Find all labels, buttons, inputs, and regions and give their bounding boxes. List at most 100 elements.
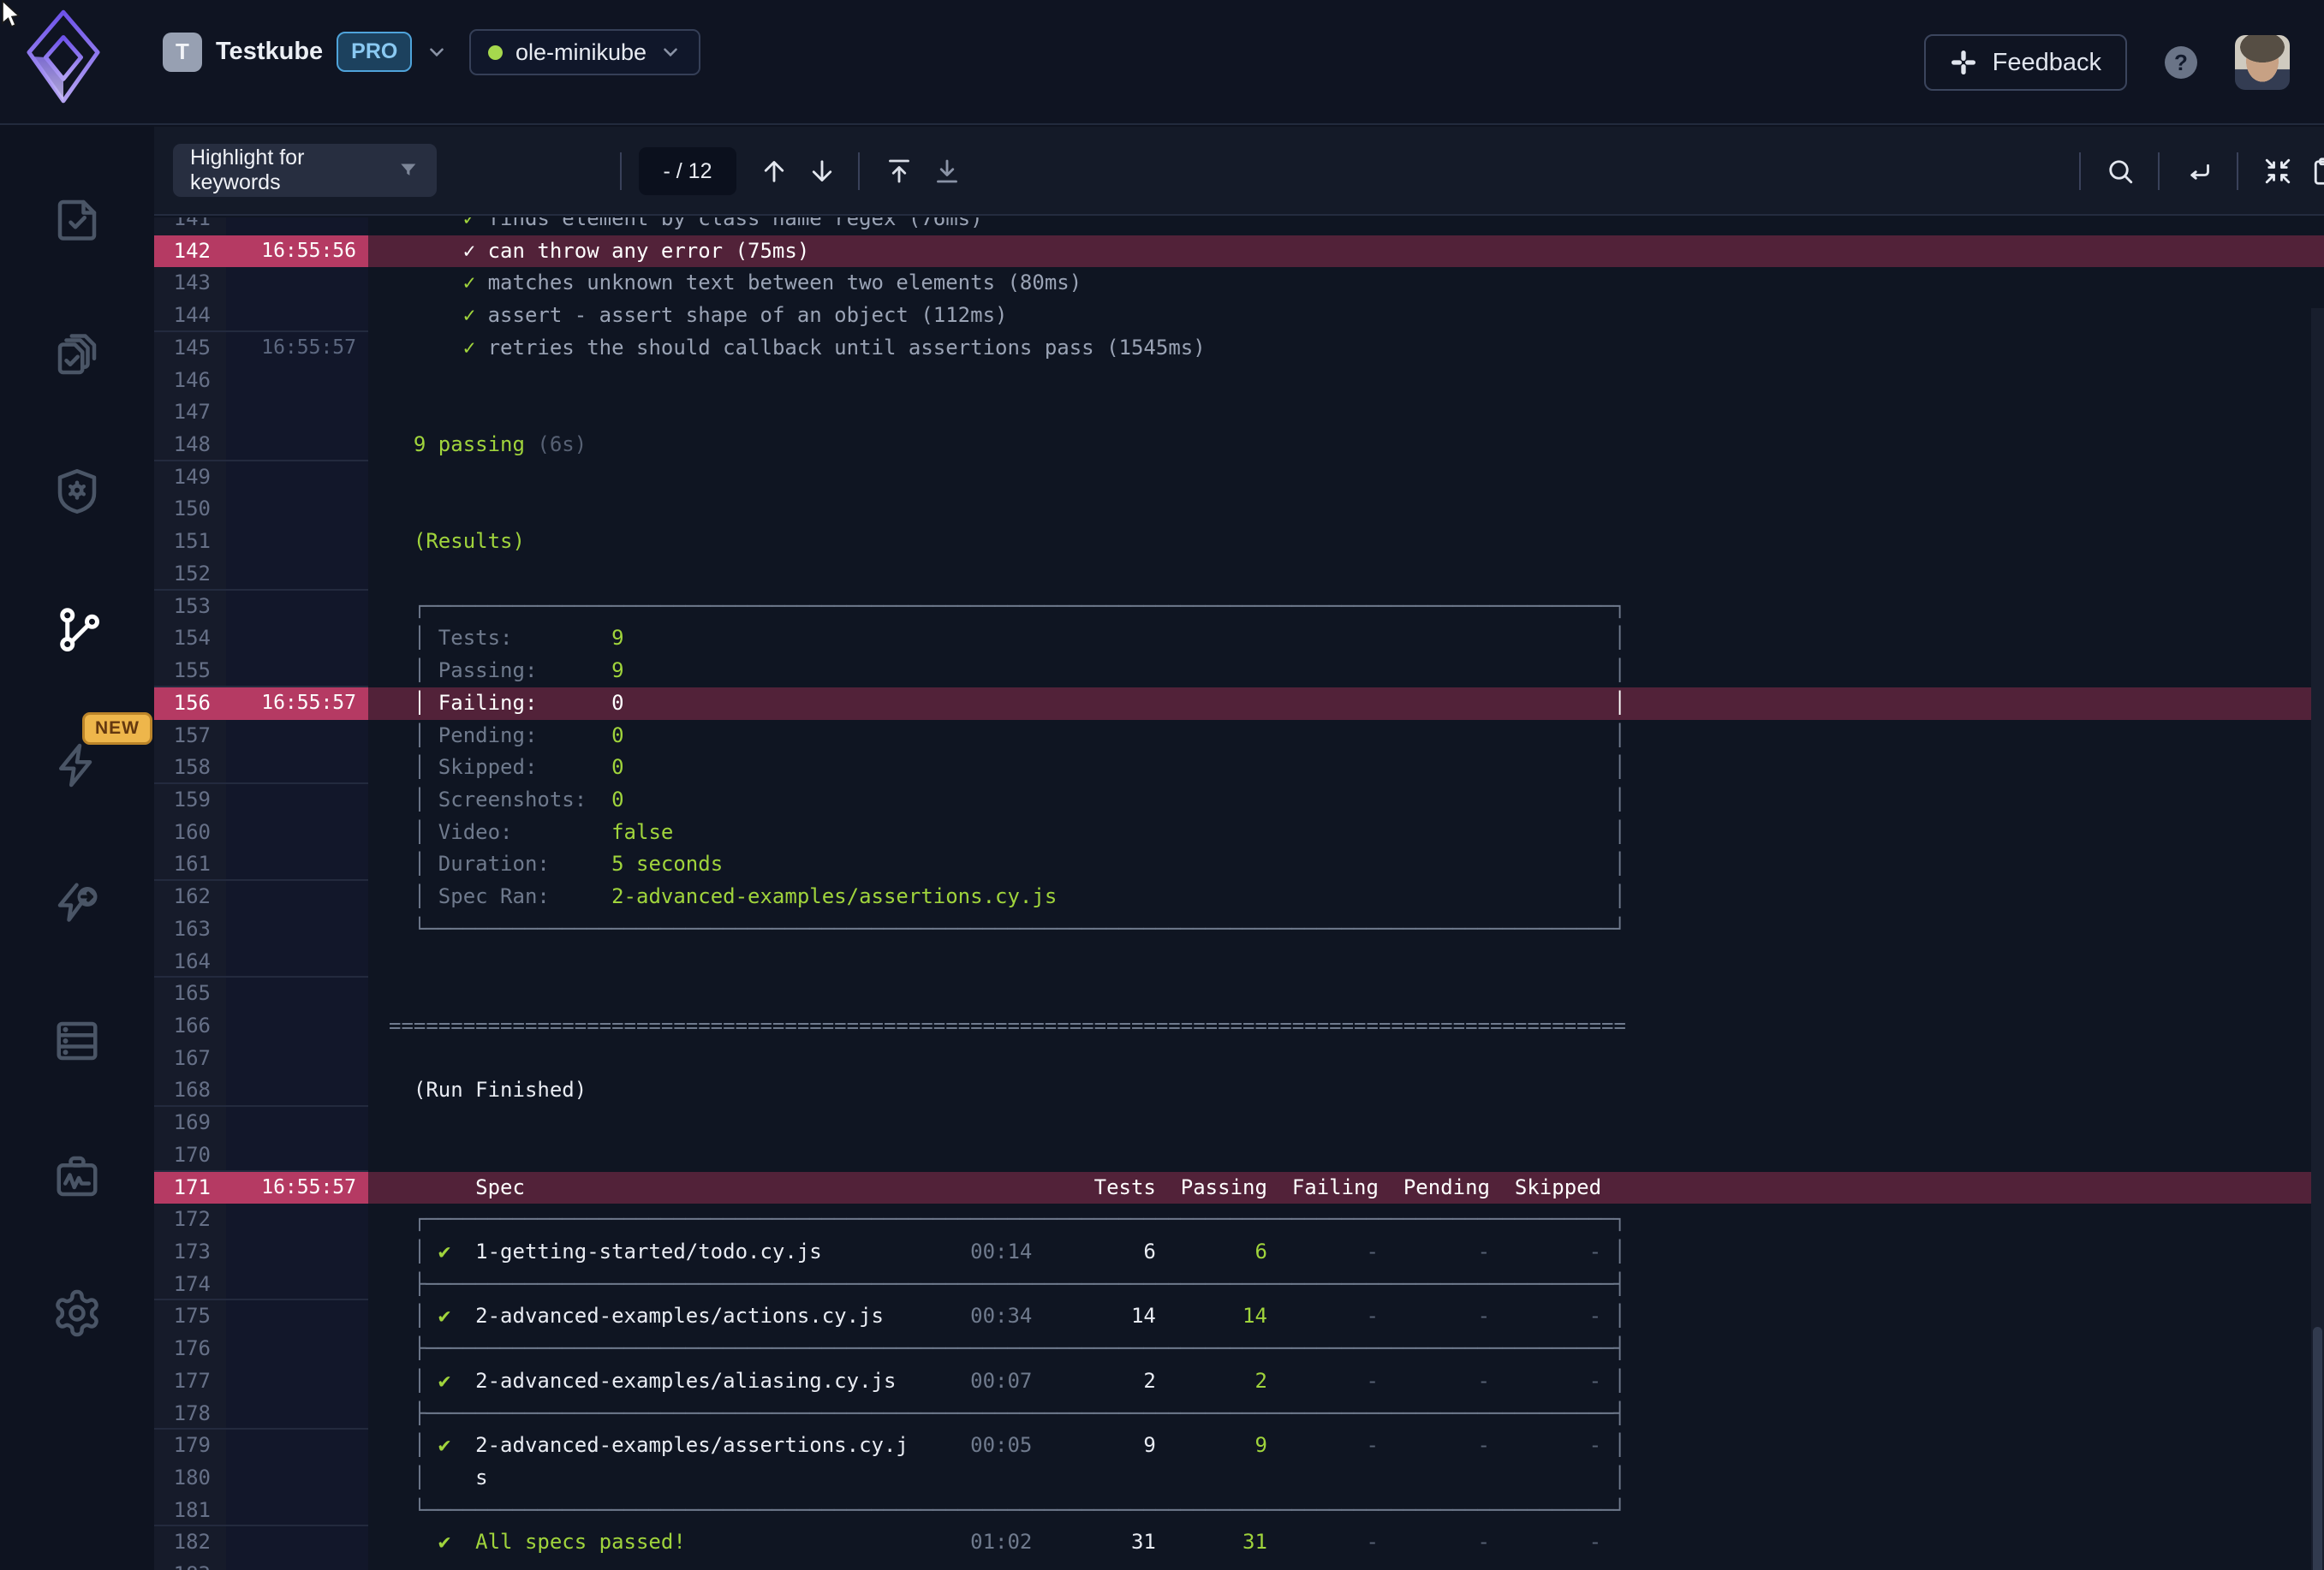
copy-log-button[interactable] <box>2309 156 2324 187</box>
log-line[interactable]: 148 9 passing (6s) <box>154 429 2324 461</box>
line-timestamp <box>226 1010 368 1043</box>
feedback-button[interactable]: Feedback <box>1924 34 2127 91</box>
sidebar-item-tests[interactable] <box>26 180 128 259</box>
log-line[interactable]: 173 │ ✔ 1-getting-started/todo.cy.js 00:… <box>154 1236 2324 1269</box>
log-line[interactable]: 159 │ Screenshots: 0 │ <box>154 784 2324 817</box>
sidebar-item-executors[interactable] <box>26 452 128 531</box>
log-line[interactable]: 155 │ Passing: 9 │ <box>154 655 2324 687</box>
line-content: (Run Finished) <box>368 1074 2324 1107</box>
log-line[interactable]: 153 ┌───────────────────────────────────… <box>154 591 2324 623</box>
line-timestamp <box>226 526 368 558</box>
log-line[interactable]: 179 │ ✔ 2-advanced-examples/assertions.c… <box>154 1430 2324 1462</box>
log-line[interactable]: 164 <box>154 946 2324 978</box>
scroll-to-bottom-button[interactable] <box>932 156 962 187</box>
toolbar-divider <box>620 152 622 190</box>
search-button[interactable] <box>2105 156 2136 187</box>
log-line[interactable]: 165 <box>154 978 2324 1010</box>
log-line[interactable]: 141 ✓ finds element by class name regex … <box>154 217 2324 235</box>
wrap-lines-button[interactable] <box>2184 156 2214 187</box>
log-line[interactable]: 157 │ Pending: 0 │ <box>154 720 2324 752</box>
line-timestamp <box>226 558 368 591</box>
line-timestamp <box>226 493 368 526</box>
log-line[interactable]: 160 │ Video: false │ <box>154 817 2324 849</box>
log-line[interactable]: 170 <box>154 1139 2324 1172</box>
help-button[interactable]: ? <box>2165 46 2197 79</box>
log-panel: Highlight for keywords - / 12 <box>154 127 2324 1570</box>
log-line[interactable]: 154 │ Tests: 9 │ <box>154 622 2324 655</box>
log-line[interactable]: 15616:55:57 │ Failing: 0 │ <box>154 687 2324 720</box>
log-line[interactable]: 162 │ Spec Ran: 2-advanced-examples/asse… <box>154 881 2324 913</box>
log-line[interactable]: 152 <box>154 558 2324 591</box>
line-timestamp <box>226 913 368 946</box>
line-content: │ ✔ 2-advanced-examples/actions.cy.js 00… <box>368 1300 2324 1333</box>
log-scrollbar-track[interactable] <box>2311 308 2324 1570</box>
line-number: 154 <box>154 622 226 655</box>
line-number: 145 <box>154 332 226 365</box>
lightning-icon <box>51 740 103 791</box>
testkube-logo-icon[interactable] <box>26 9 101 104</box>
log-line[interactable]: 175 │ ✔ 2-advanced-examples/actions.cy.j… <box>154 1300 2324 1333</box>
log-line[interactable]: 143 ✓ matches unknown text between two e… <box>154 267 2324 300</box>
log-line[interactable]: 168 (Run Finished) <box>154 1074 2324 1107</box>
line-content: ├───────────────────────────────────────… <box>368 1333 2324 1365</box>
line-timestamp: 16:55:57 <box>226 332 368 365</box>
sidebar-item-sources[interactable] <box>26 1002 128 1080</box>
line-content <box>368 978 2324 1010</box>
org-switcher[interactable]: T Testkube PRO <box>163 32 448 72</box>
log-line[interactable]: 182 ✔ All specs passed! 01:02 31 31 - - … <box>154 1526 2324 1559</box>
log-line[interactable]: 176 ├───────────────────────────────────… <box>154 1333 2324 1365</box>
log-line[interactable]: 14216:55:56 ✓ can throw any error (75ms) <box>154 235 2324 268</box>
user-avatar[interactable] <box>2235 35 2290 90</box>
log-line[interactable]: 14516:55:57 ✓ retries the should callbac… <box>154 332 2324 365</box>
sidebar-item-webhooks[interactable] <box>26 864 128 943</box>
log-line[interactable]: 144 ✓ assert - assert shape of an object… <box>154 300 2324 332</box>
wrap-text-icon <box>2184 156 2214 187</box>
log-line[interactable]: 181 └───────────────────────────────────… <box>154 1495 2324 1527</box>
log-line[interactable]: 180 │ s │ <box>154 1462 2324 1495</box>
log-line[interactable]: 146 <box>154 365 2324 397</box>
line-content: │ Pending: 0 │ <box>368 720 2324 752</box>
line-timestamp: 16:55:57 <box>226 687 368 720</box>
log-line[interactable]: 178 ├───────────────────────────────────… <box>154 1398 2324 1430</box>
log-line[interactable]: 167 <box>154 1043 2324 1075</box>
match-counter[interactable]: - / 12 <box>639 147 736 195</box>
line-timestamp <box>226 396 368 429</box>
log-line[interactable]: 149 <box>154 461 2324 494</box>
sidebar-item-settings[interactable] <box>26 1274 128 1353</box>
sidebar-item-gitops[interactable] <box>26 590 128 669</box>
feedback-label: Feedback <box>1993 49 2101 77</box>
line-content: (Results) <box>368 526 2324 558</box>
log-line[interactable]: 163 └───────────────────────────────────… <box>154 913 2324 946</box>
next-match-button[interactable] <box>807 156 837 187</box>
log-scrollbar-thumb[interactable] <box>2313 1327 2322 1570</box>
collapse-view-button[interactable] <box>2262 156 2293 187</box>
line-content <box>368 1107 2324 1139</box>
log-line[interactable]: 151 (Results) <box>154 526 2324 558</box>
log-line[interactable]: 147 <box>154 396 2324 429</box>
sidebar-item-test-suites[interactable] <box>26 316 128 395</box>
previous-match-button[interactable] <box>759 156 790 187</box>
log-line[interactable]: 183 <box>154 1559 2324 1570</box>
scroll-to-top-button[interactable] <box>884 156 915 187</box>
line-content: │ Video: false │ <box>368 817 2324 849</box>
log-line[interactable]: 177 │ ✔ 2-advanced-examples/aliasing.cy.… <box>154 1365 2324 1398</box>
log-line[interactable]: 169 <box>154 1107 2324 1139</box>
line-content: ├───────────────────────────────────────… <box>368 1269 2324 1301</box>
log-line[interactable]: 17116:55:57 Spec Tests Passing Failing P… <box>154 1172 2324 1204</box>
log-line[interactable]: 158 │ Skipped: 0 │ <box>154 752 2324 784</box>
log-line[interactable]: 174 ├───────────────────────────────────… <box>154 1269 2324 1301</box>
line-content: │ ✔ 2-advanced-examples/aliasing.cy.js 0… <box>368 1365 2324 1398</box>
environment-selector[interactable]: ole-minikube <box>469 29 700 75</box>
log-line[interactable]: 150 <box>154 493 2324 526</box>
log-line[interactable]: 172 ┌───────────────────────────────────… <box>154 1204 2324 1236</box>
chevron-down-icon <box>426 41 448 63</box>
line-timestamp <box>226 1430 368 1462</box>
line-content: │ Passing: 9 │ <box>368 655 2324 687</box>
highlight-keywords-button[interactable]: Highlight for keywords <box>173 144 437 197</box>
log-line[interactable]: 161 │ Duration: 5 seconds │ <box>154 848 2324 881</box>
line-number: 156 <box>154 687 226 720</box>
log-line[interactable]: 166=====================================… <box>154 1010 2324 1043</box>
sidebar-item-status-pages[interactable] <box>26 1138 128 1216</box>
line-number: 168 <box>154 1074 226 1107</box>
line-content: │ Failing: 0 │ <box>368 687 2324 720</box>
